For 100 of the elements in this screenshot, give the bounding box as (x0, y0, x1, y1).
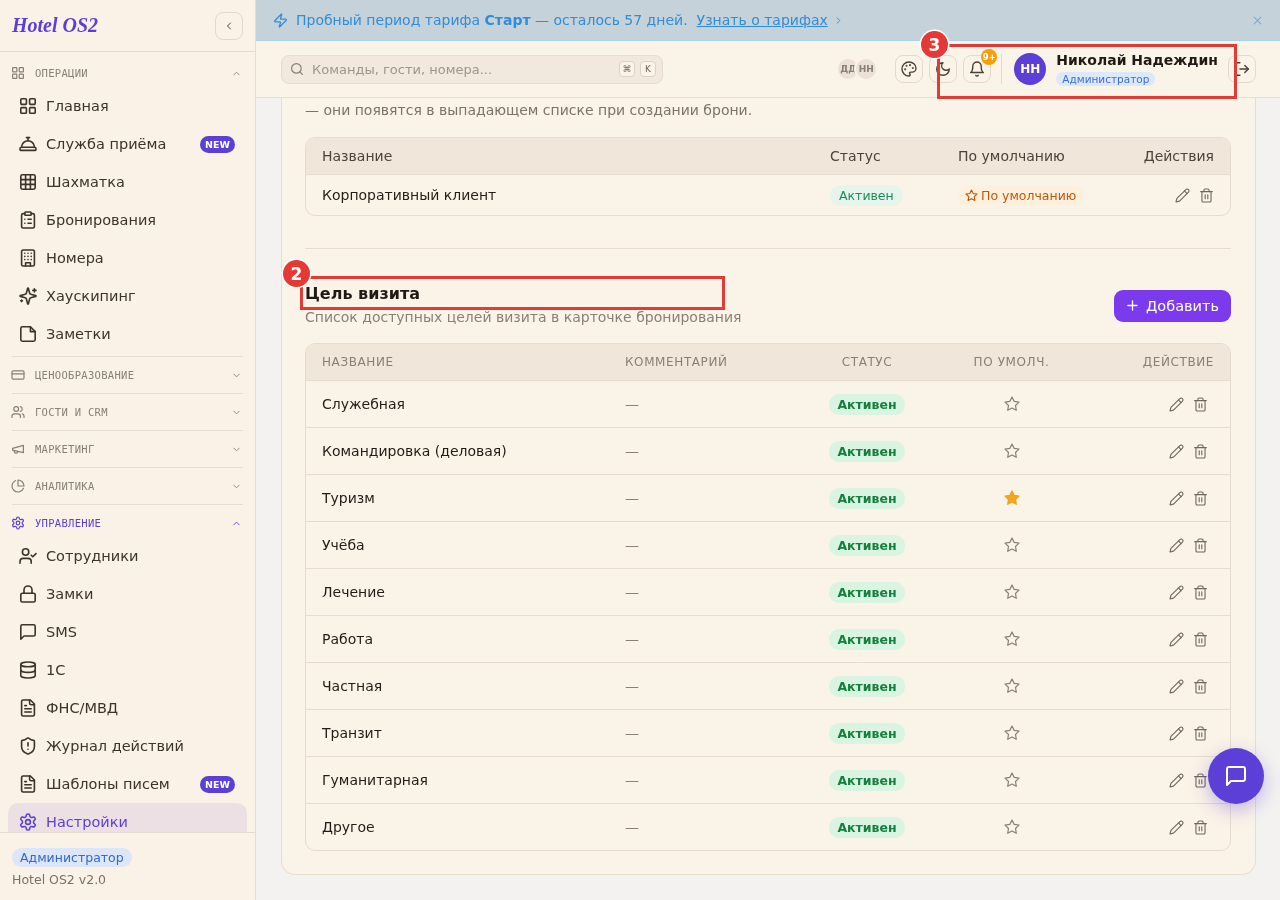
section-header[interactable]: АНАЛИТИКА (8, 468, 247, 504)
section-header[interactable]: ЦЕНООБРАЗОВАНИЕ (8, 357, 247, 393)
pencil-icon (1170, 679, 1183, 693)
status-badge: Активен (829, 675, 905, 697)
nav-item[interactable]: Служба приёма NEW (8, 125, 247, 163)
delete-button[interactable] (1194, 397, 1207, 411)
nav-item[interactable]: Шахматка (8, 163, 247, 201)
star-icon[interactable] (1004, 491, 1019, 505)
star-icon[interactable] (1004, 726, 1019, 740)
delete-button[interactable] (1194, 726, 1207, 740)
trash-icon (1194, 585, 1207, 599)
table-cell-text: Служебная (322, 396, 407, 412)
edit-button[interactable] (1170, 726, 1183, 740)
pencil-icon (1170, 538, 1183, 552)
note-icon (20, 326, 36, 342)
pencil-icon (1170, 444, 1183, 458)
column-header: НАЗВАНИЕ (322, 355, 395, 369)
edit-button[interactable] (1170, 397, 1183, 411)
user-check-icon (20, 548, 36, 564)
star-icon[interactable] (1004, 444, 1019, 458)
table-cell-text: Транзит (322, 725, 383, 741)
star-icon[interactable] (1004, 632, 1019, 646)
nav-item[interactable]: Шаблоны писем NEW (8, 765, 247, 803)
shield-icon (20, 738, 36, 754)
edit-button[interactable] (1170, 679, 1183, 693)
delete-button[interactable] (1194, 679, 1207, 693)
pencil-icon (1170, 773, 1183, 787)
trash-icon (1194, 632, 1207, 646)
role-badge: Администратор (12, 848, 132, 867)
star-icon[interactable] (1004, 820, 1019, 834)
status-badge: Активен (829, 487, 905, 509)
intro-text: — они появятся в выпадающем списке при создании брони. (305, 101, 754, 120)
delete-button[interactable] (1194, 538, 1207, 552)
star-icon[interactable] (1004, 679, 1019, 693)
trash-icon (1194, 538, 1207, 552)
nav-item[interactable]: Номера (8, 239, 247, 277)
palette-icon (902, 62, 917, 76)
star-icon[interactable] (1004, 397, 1019, 411)
nav-item[interactable]: Замки (8, 575, 247, 613)
edit-button[interactable] (1170, 491, 1183, 505)
nav-item[interactable]: Настройки (8, 803, 247, 832)
document-icon (20, 700, 36, 716)
logo[interactable]: Hotel OS2 (12, 14, 99, 37)
edit-button[interactable] (1170, 632, 1183, 646)
nav-item[interactable]: SMS (8, 613, 247, 651)
nav-item[interactable]: Журнал действий (8, 727, 247, 765)
status-badge: Активен (829, 581, 905, 603)
edit-button[interactable] (1170, 538, 1183, 552)
column-header: Название (322, 148, 394, 164)
pencil-icon (1170, 491, 1183, 505)
table-cell-text: — (625, 584, 640, 600)
user-avatar[interactable]: НН (1014, 53, 1047, 85)
edit-button[interactable] (1170, 444, 1183, 458)
trash-icon (1194, 773, 1207, 787)
role-badge: Администратор (1056, 72, 1156, 86)
nav-item[interactable]: Хаускипинг (8, 277, 247, 315)
delete-button[interactable] (1194, 820, 1207, 834)
edit-button[interactable] (1170, 585, 1183, 599)
delete-button[interactable] (1194, 585, 1207, 599)
card-icon (12, 369, 24, 381)
delete-button[interactable] (1194, 632, 1207, 646)
pencil-icon (1170, 726, 1183, 740)
table-cell-text: — (625, 537, 640, 553)
notification-count: 9+ (981, 49, 998, 65)
document-icon (20, 776, 36, 792)
nav-item[interactable]: ФНС/МВД (8, 689, 247, 727)
delete-button[interactable] (1194, 491, 1207, 505)
star-icon[interactable] (1004, 585, 1019, 599)
nav-item[interactable]: Заметки (8, 315, 247, 353)
section-header[interactable]: ГОСТИ И CRM (8, 394, 247, 430)
pencil-icon (1170, 632, 1183, 646)
pie-chart-icon (12, 480, 24, 492)
service-bell-icon (20, 136, 36, 152)
logout-icon (1235, 62, 1249, 76)
table-cell-text: Работа (322, 631, 374, 647)
edit-button[interactable] (1170, 773, 1183, 787)
trash-icon (1194, 397, 1207, 411)
user-name: Николай Надеждин (1056, 52, 1218, 69)
star-icon[interactable] (1004, 538, 1019, 552)
edit-button[interactable] (1176, 188, 1189, 202)
status-badge: Активен (829, 393, 905, 415)
delete-button[interactable] (1194, 773, 1207, 787)
lock-icon (20, 586, 36, 602)
add-button[interactable]: Добавить (1114, 289, 1231, 322)
table-cell-text: — (625, 490, 640, 506)
delete-button[interactable] (1200, 188, 1213, 202)
edit-button[interactable] (1170, 820, 1183, 834)
section-header[interactable]: МАРКЕТИНГ (8, 431, 247, 467)
nav-item[interactable]: Бронирования (8, 201, 247, 239)
search-icon (291, 63, 303, 75)
close-icon (1252, 14, 1263, 26)
delete-button[interactable] (1194, 444, 1207, 458)
nav-item[interactable]: 1С (8, 651, 247, 689)
squares-icon (20, 98, 36, 114)
star-icon[interactable] (1004, 773, 1019, 787)
clipboard-icon (20, 212, 36, 228)
pencil-icon (1176, 188, 1189, 202)
pencil-icon (1170, 820, 1183, 834)
theme-button[interactable] (895, 55, 924, 83)
table-cell-text: Другое (322, 819, 376, 835)
